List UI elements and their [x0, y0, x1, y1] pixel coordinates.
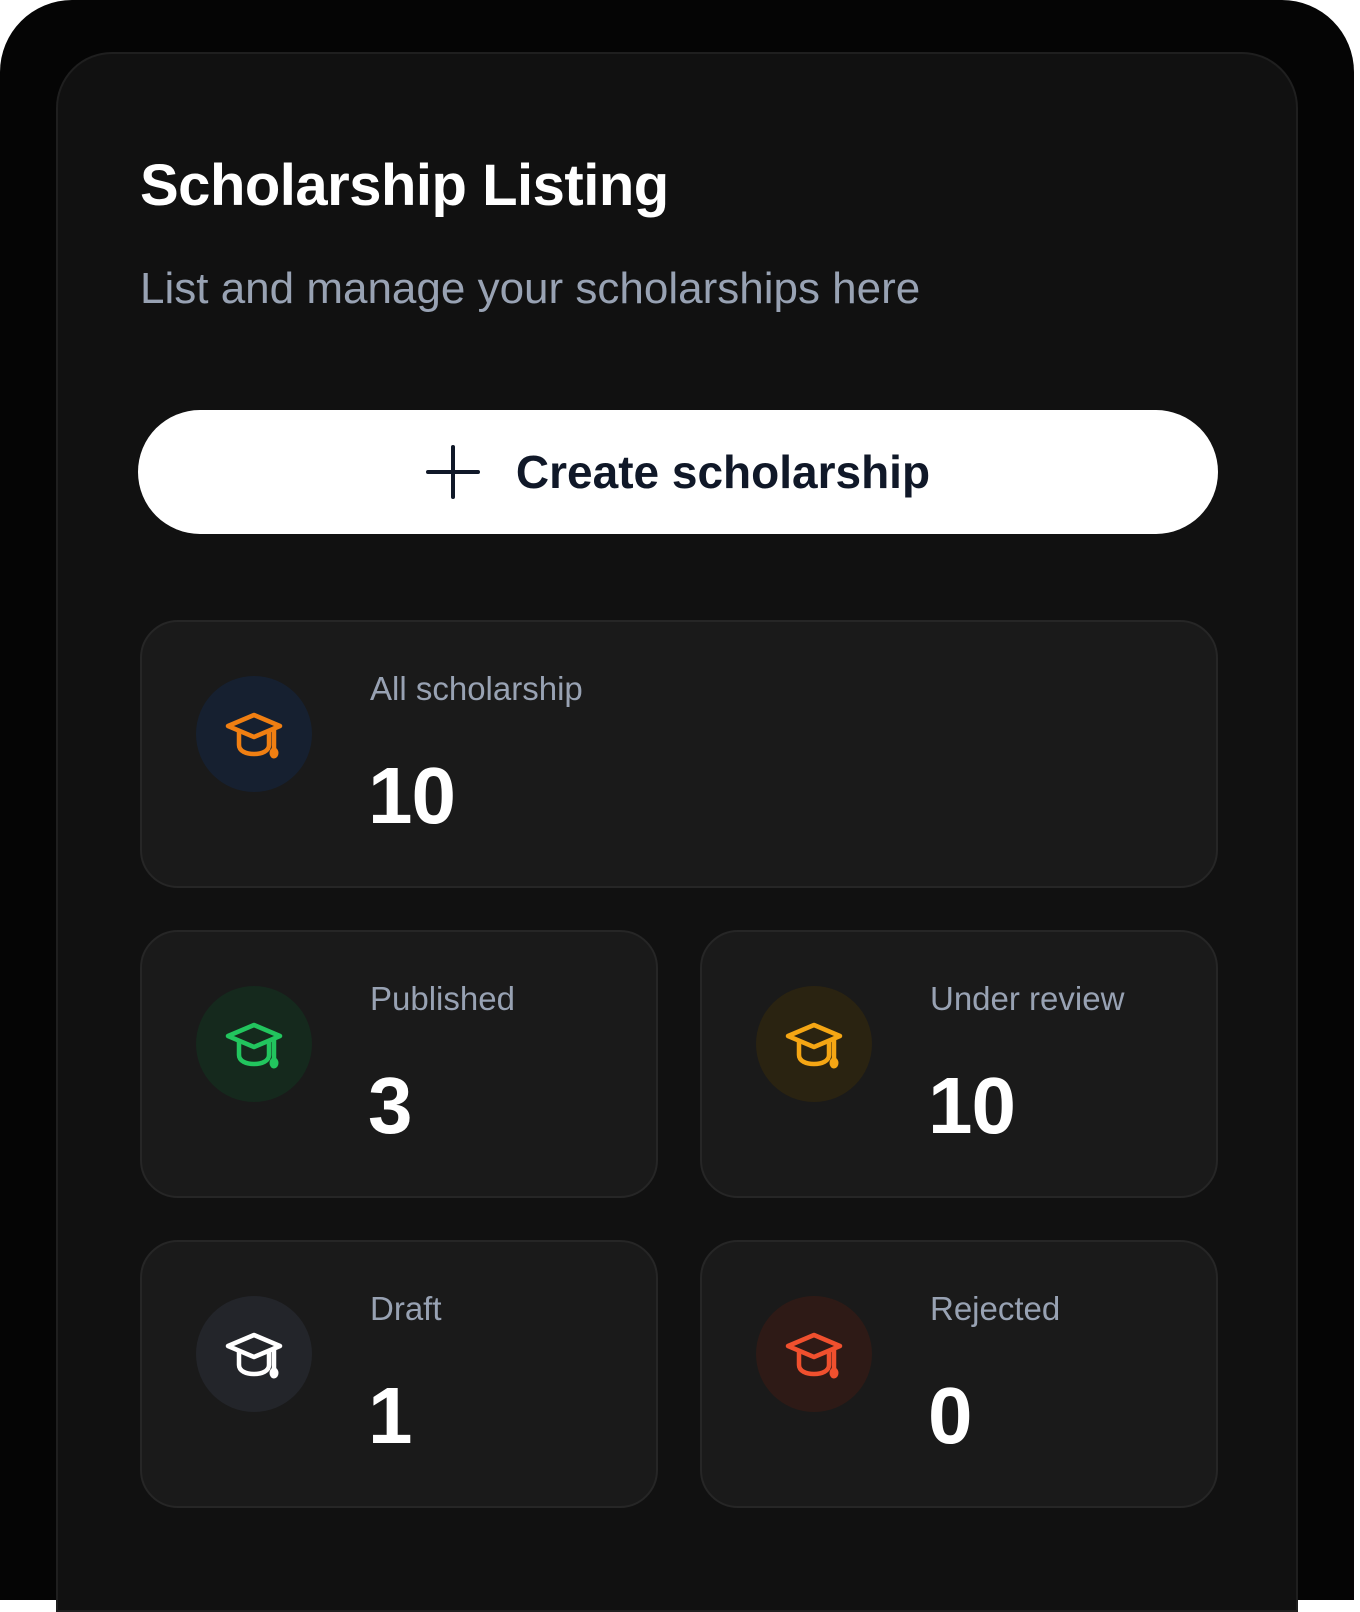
graduation-cap-icon: [785, 1332, 843, 1379]
plus-icon: [425, 445, 480, 499]
stat-icon-circle: [756, 986, 872, 1102]
stat-value: 10: [368, 751, 456, 840]
stat-card-rejected[interactable]: Rejected 0: [700, 1240, 1218, 1508]
device-frame: Scholarship Listing List and manage your…: [0, 0, 1354, 1612]
page-subtitle: List and manage your scholarships here: [140, 264, 921, 313]
stat-label: Rejected: [930, 1290, 1061, 1327]
stat-value: 10: [928, 1061, 1016, 1150]
stat-icon-circle: [756, 1296, 872, 1412]
graduation-cap-icon: [225, 712, 283, 759]
stat-card-all-scholarship[interactable]: All scholarship 10: [140, 620, 1218, 888]
stat-card-under-review[interactable]: Under review 10: [700, 930, 1218, 1198]
graduation-cap-icon: [225, 1022, 283, 1069]
stat-label: All scholarship: [370, 670, 583, 707]
stat-icon-circle: [196, 1296, 312, 1412]
stat-icon-circle: [196, 986, 312, 1102]
create-scholarship-button[interactable]: Create scholarship: [138, 410, 1218, 534]
stat-label: Published: [370, 980, 515, 1017]
stat-icon-circle: [196, 676, 312, 792]
stat-card-published[interactable]: Published 3: [140, 930, 658, 1198]
stat-label: Under review: [930, 980, 1125, 1017]
create-scholarship-label: Create scholarship: [515, 446, 931, 498]
stat-label: Draft: [370, 1290, 442, 1327]
stat-value: 1: [368, 1371, 412, 1460]
stat-value: 0: [928, 1371, 972, 1460]
scholarship-panel: Scholarship Listing List and manage your…: [56, 52, 1298, 1612]
graduation-cap-icon: [225, 1332, 283, 1379]
graduation-cap-icon: [785, 1022, 843, 1069]
stat-value: 3: [368, 1061, 412, 1150]
page-title: Scholarship Listing: [140, 153, 669, 218]
stat-card-draft[interactable]: Draft 1: [140, 1240, 658, 1508]
